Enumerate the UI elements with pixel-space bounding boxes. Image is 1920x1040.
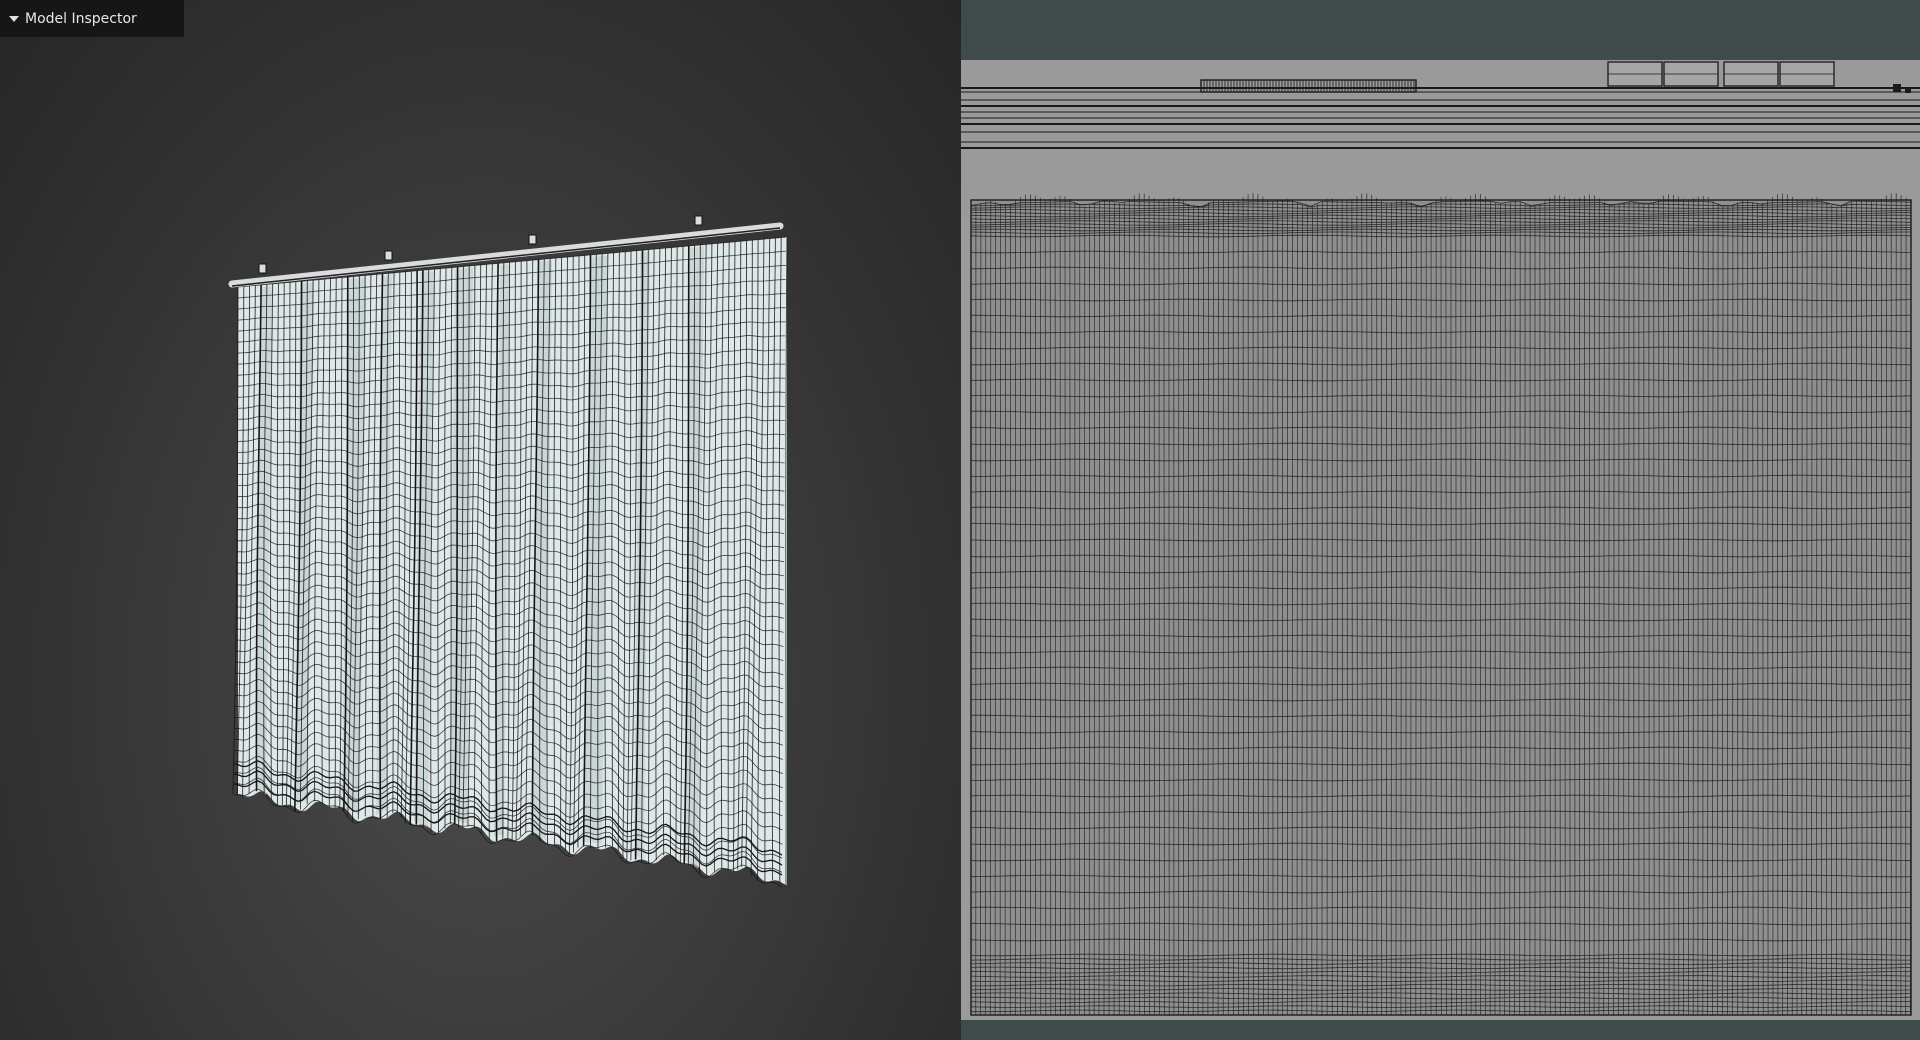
perspective-viewport[interactable]: Model Inspector [0, 0, 961, 1040]
curtain-uv-layout [961, 60, 1920, 1040]
curtain-wireframe-3d [228, 215, 788, 887]
caret-down-icon[interactable] [9, 16, 19, 22]
uv-editor-viewport[interactable] [961, 0, 1920, 1040]
model-inspector-header[interactable]: Model Inspector [0, 0, 184, 37]
uv-bottom-margin [961, 1020, 1920, 1040]
model-inspector-title: Model Inspector [25, 10, 137, 27]
curtain-mesh [232, 236, 788, 887]
uv-curtain-island [970, 192, 1912, 1016]
app-window: Model Inspector [0, 0, 1920, 1040]
